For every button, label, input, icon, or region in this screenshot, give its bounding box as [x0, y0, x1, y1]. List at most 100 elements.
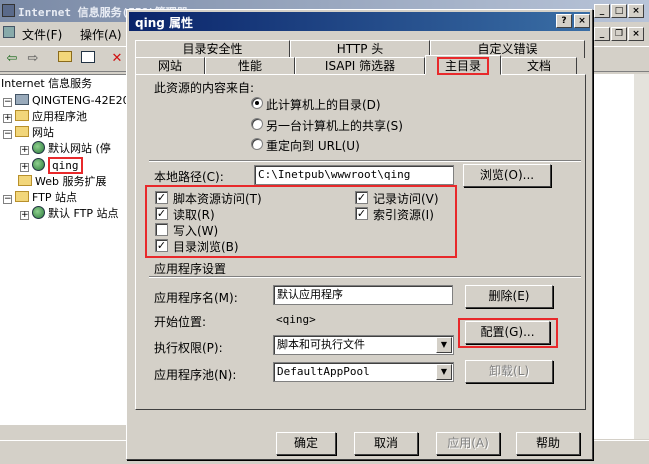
radio-redirect-url[interactable]: [251, 138, 263, 150]
menu-file-icon: [3, 26, 15, 40]
dialog-titlebar: [129, 12, 590, 31]
checkbox-dir-browse[interactable]: ✓: [155, 239, 168, 252]
app-name-input[interactable]: 默认应用程序: [273, 285, 453, 305]
checkbox-script-access-label[interactable]: 脚本资源访问(T): [173, 190, 262, 207]
checkbox-log-visits-label[interactable]: 记录访问(V): [373, 190, 439, 207]
close-icon[interactable]: ×: [628, 4, 644, 18]
tree-item-app-pools[interactable]: + 应用程序池: [3, 109, 87, 125]
tab-home-directory-label: 主目录: [436, 57, 489, 75]
tab-isapi-filters[interactable]: ISAPI 筛选器: [295, 57, 425, 75]
tree-item-web-ext[interactable]: Web 服务扩展: [3, 174, 106, 190]
forward-arrow-icon[interactable]: ⇨: [24, 51, 42, 67]
tree-item-websites[interactable]: − 网站: [3, 125, 54, 141]
checkbox-index-resource[interactable]: ✓: [355, 207, 368, 220]
remove-button[interactable]: 删除(E): [465, 285, 553, 308]
radio-redirect-url-label[interactable]: 重定向到 URL(U): [266, 137, 360, 154]
expand-icon[interactable]: +: [20, 146, 29, 155]
right-vertical-scrollbar[interactable]: [633, 74, 649, 439]
checkbox-read[interactable]: ✓: [155, 207, 168, 220]
tree-item-ftp[interactable]: − FTP 站点: [3, 190, 77, 206]
chevron-down-icon[interactable]: ▼: [436, 364, 452, 380]
cancel-button[interactable]: 取消: [354, 432, 418, 455]
checkbox-log-visits[interactable]: ✓: [355, 191, 368, 204]
expand-icon[interactable]: +: [20, 163, 29, 172]
unload-button[interactable]: 卸载(L): [465, 360, 553, 383]
divider: [149, 160, 581, 162]
checkbox-write[interactable]: [155, 223, 168, 236]
dialog-title: qing 属性: [135, 16, 194, 30]
collapse-icon[interactable]: −: [3, 130, 12, 139]
tree-item-label: 默认 FTP 站点: [48, 207, 119, 220]
exec-perm-label: 执行权限(P):: [154, 341, 223, 355]
start-point-value: <qing>: [276, 313, 316, 326]
tab-performance[interactable]: 性能: [205, 57, 295, 75]
divider: [149, 276, 581, 278]
up-folder-icon[interactable]: [56, 51, 74, 67]
website-icon: [32, 158, 45, 171]
help-button[interactable]: 帮助: [516, 432, 580, 455]
app-pool-label: 应用程序池(N):: [154, 368, 237, 382]
local-path-input[interactable]: C:\Inetpub\wwwroot\qing: [254, 165, 454, 185]
tab-directory-security[interactable]: 目录安全性: [135, 40, 290, 58]
tab-documents[interactable]: 文档: [501, 57, 577, 75]
expand-icon[interactable]: +: [20, 211, 29, 220]
tree-item-label: qing: [48, 157, 83, 174]
dialog-close-icon[interactable]: ×: [574, 14, 590, 28]
mdi-minimize-icon[interactable]: _: [594, 27, 610, 41]
browse-button[interactable]: 浏览(O)...: [463, 164, 551, 187]
app-pool-value: DefaultAppPool: [277, 365, 370, 378]
website-icon: [32, 141, 45, 154]
tree-item-default-ftp[interactable]: + 默认 FTP 站点: [20, 206, 118, 222]
tree-item-label: 默认网站 (停: [48, 142, 111, 155]
tree-item-qing[interactable]: + qing: [20, 157, 83, 174]
tree-item-label: Web 服务扩展: [35, 175, 107, 188]
tab-home-directory[interactable]: 主目录: [425, 55, 501, 75]
collapse-icon[interactable]: −: [3, 195, 12, 204]
checkbox-dir-browse-label[interactable]: 目录浏览(B): [173, 238, 239, 255]
tree-horizontal-scrollbar[interactable]: [0, 424, 127, 439]
radio-network-share-label[interactable]: 另一台计算机上的共享(S): [266, 117, 403, 134]
computer-icon: [15, 94, 29, 105]
folder-icon: [15, 126, 29, 137]
checkbox-script-access[interactable]: ✓: [155, 191, 168, 204]
checkbox-index-resource-label[interactable]: 索引资源(I): [373, 206, 434, 223]
tree-item-label: Internet 信息服务: [1, 77, 93, 90]
checkbox-write-label[interactable]: 写入(W): [173, 222, 218, 239]
menu-action[interactable]: 操作(A): [80, 26, 122, 43]
help-question-icon[interactable]: ?: [556, 14, 572, 28]
tree-item-iis-root[interactable]: Internet 信息服务: [1, 76, 92, 92]
ftp-site-icon: [32, 206, 45, 219]
folder-icon: [15, 110, 29, 121]
iis-app-icon: [2, 4, 15, 17]
radio-network-share[interactable]: [251, 118, 263, 130]
local-path-label: 本地路径(C):: [154, 170, 224, 184]
collapse-icon[interactable]: −: [3, 98, 12, 107]
mdi-restore-icon[interactable]: ❐: [611, 27, 627, 41]
app-name-label: 应用程序名(M):: [154, 291, 238, 305]
expand-icon[interactable]: +: [3, 114, 12, 123]
apply-button[interactable]: 应用(A): [436, 432, 500, 455]
tree-item-default-site[interactable]: + 默认网站 (停: [20, 141, 111, 157]
ok-button[interactable]: 确定: [276, 432, 336, 455]
app-settings-heading: 应用程序设置: [154, 262, 227, 276]
config-button[interactable]: 配置(G)...: [465, 321, 550, 344]
radio-local-directory[interactable]: [251, 97, 263, 109]
maximize-icon[interactable]: □: [611, 4, 627, 18]
mdi-close-icon[interactable]: ×: [628, 27, 644, 41]
delete-x-icon[interactable]: ✕: [108, 51, 126, 67]
tree-item-label: FTP 站点: [32, 191, 77, 204]
exec-perm-select[interactable]: 脚本和可执行文件: [273, 335, 454, 355]
menu-file[interactable]: 文件(F): [22, 26, 62, 43]
tree-item-label: 网站: [32, 126, 54, 139]
chevron-down-icon[interactable]: ▼: [436, 337, 452, 353]
tab-http-headers[interactable]: HTTP 头: [290, 40, 430, 58]
source-heading: 此资源的内容来自:: [154, 81, 255, 95]
app-pool-select[interactable]: DefaultAppPool: [273, 362, 454, 382]
back-arrow-icon[interactable]: ⇦: [3, 51, 21, 67]
checkbox-read-label[interactable]: 读取(R): [173, 206, 215, 223]
tab-website[interactable]: 网站: [135, 57, 205, 75]
minimize-icon[interactable]: _: [594, 4, 610, 18]
show-tree-icon[interactable]: [79, 51, 97, 67]
start-point-label: 开始位置:: [154, 315, 207, 329]
radio-local-directory-label[interactable]: 此计算机上的目录(D): [266, 96, 381, 113]
